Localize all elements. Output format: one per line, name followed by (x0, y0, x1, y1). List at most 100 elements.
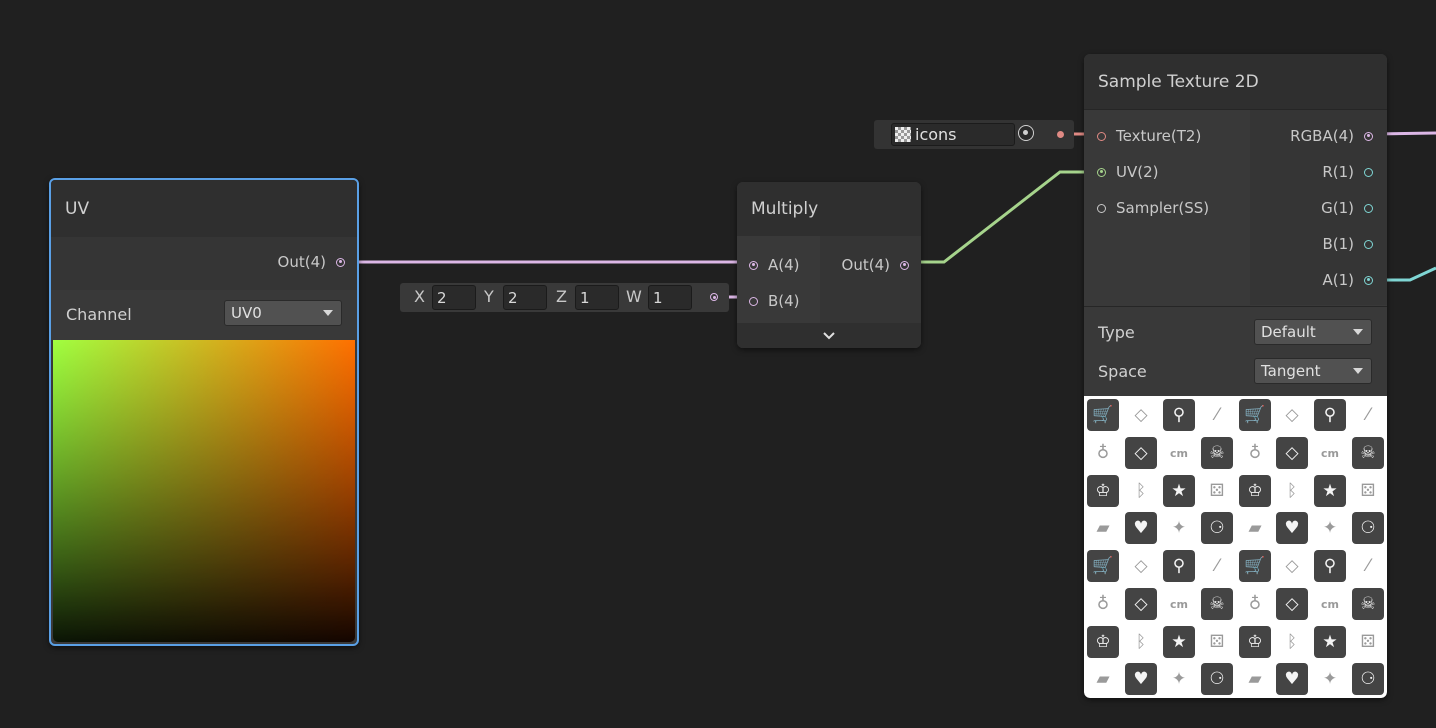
cm-icon: cm (1163, 588, 1195, 620)
multiply-output-port[interactable]: Out(4) (842, 256, 909, 274)
port-connector-icon[interactable] (1097, 203, 1106, 213)
sample-node-title-bar[interactable]: Sample Texture 2D (1084, 54, 1387, 110)
skull-icon: ☠ (1352, 588, 1384, 620)
port-connector-icon[interactable] (1097, 167, 1106, 177)
dice-icon: ⚄ (1201, 475, 1233, 507)
cm-icon: cm (1163, 437, 1195, 469)
bluetooth-icon: ᛒ (1125, 475, 1157, 507)
chevron-down-icon (1353, 368, 1363, 374)
racket-icon: ⚲ (1163, 399, 1195, 431)
star-icon: ★ (1163, 626, 1195, 658)
chevron-down-icon (323, 310, 333, 316)
vector-field-x[interactable]: 2 (432, 285, 476, 310)
racket-icon: ⚲ (1314, 550, 1346, 582)
port-connector-icon[interactable] (1097, 131, 1106, 141)
vector-output-connector-icon[interactable] (710, 293, 718, 301)
sample-texture-2d-node[interactable]: Sample Texture 2D Texture(T2) UV(2) Sample… (1084, 54, 1387, 698)
type-dropdown[interactable]: Default (1254, 319, 1372, 345)
dropper-icon: ⁄ (1352, 399, 1384, 431)
piggy-icon: ♁ (1087, 588, 1119, 620)
uv-node-output-area: Out(4) (51, 237, 357, 290)
vector-axis-label-y: Y (484, 287, 494, 306)
multiply-input-a-port[interactable]: A(4) (749, 256, 800, 274)
gem-icon: ◇ (1276, 399, 1308, 431)
dropper-icon: ⁄ (1201, 399, 1233, 431)
uv-node-settings: Channel UV0 (51, 290, 357, 340)
gem-icon: ◇ (1125, 550, 1157, 582)
briefcase-icon: ▰ (1239, 663, 1271, 695)
sample-output-port-4[interactable]: A(1) (1322, 271, 1373, 289)
piggy-icon: ♁ (1239, 437, 1271, 469)
trophy-icon: ♔ (1239, 626, 1271, 658)
sample-output-port-2[interactable]: G(1) (1321, 199, 1373, 217)
texture-object-field[interactable]: icons (891, 123, 1015, 146)
port-connector-icon[interactable] (336, 257, 345, 267)
port-connector-icon[interactable] (749, 260, 758, 270)
heart-icon: ♥ (1276, 512, 1308, 544)
port-connector-icon[interactable] (900, 260, 909, 270)
gem-icon: ◇ (1276, 588, 1308, 620)
trophy-icon: ♔ (1087, 626, 1119, 658)
multiply-node-title-bar[interactable]: Multiply (737, 182, 921, 236)
briefcase-icon: ▰ (1087, 663, 1119, 695)
multiply-input-b-port[interactable]: B(4) (749, 292, 800, 310)
multiply-expand-button[interactable] (737, 323, 921, 348)
sparkle-icon: ✦ (1314, 512, 1346, 544)
sample-input-port-2[interactable]: Sampler(SS) (1097, 199, 1209, 217)
dice-icon: ⚄ (1201, 626, 1233, 658)
object-picker-icon[interactable] (1018, 125, 1034, 141)
dropper-icon: ⁄ (1201, 550, 1233, 582)
cm-icon: cm (1314, 588, 1346, 620)
sample-output-port-1[interactable]: R(1) (1322, 163, 1373, 181)
sparkle-icon: ✦ (1314, 663, 1346, 695)
gem-icon: ◇ (1125, 588, 1157, 620)
gem-icon: ◇ (1125, 437, 1157, 469)
bluetooth-icon: ᛒ (1125, 626, 1157, 658)
uv-out-port[interactable]: Out(4) (278, 253, 345, 271)
channel-dropdown[interactable]: UV0 (224, 300, 342, 326)
texture-property-node[interactable]: icons (874, 120, 1074, 149)
bike-icon: ⚆ (1201, 512, 1233, 544)
bluetooth-icon: ᛒ (1276, 475, 1308, 507)
bike-icon: ⚆ (1352, 512, 1384, 544)
texture-preview: 🛒 ◇ ⚲ ⁄ 🛒 ◇ ⚲ ⁄ ♁ ◇ cm ☠ ♁ ◇ cm ☠ ♔ ᛒ ★ ⚄ ♔ ᛒ ★ ⚄ ▰ ♥ ✦ ⚆ ▰ ♥ ✦ ⚆ 🛒 ◇ ⚲ ⁄ 🛒 ◇… (1084, 396, 1387, 698)
heart-icon: ♥ (1276, 663, 1308, 695)
multiply-outputs: Out(4) (820, 236, 921, 323)
trophy-icon: ♔ (1239, 475, 1271, 507)
star-icon: ★ (1314, 626, 1346, 658)
multiply-inputs: A(4) B(4) (737, 236, 819, 323)
port-connector-icon[interactable] (1364, 167, 1373, 177)
sample-input-port-1[interactable]: UV(2) (1097, 163, 1159, 181)
checker-texture-icon (895, 127, 911, 142)
texture-output-connector-icon[interactable] (1057, 131, 1064, 138)
space-dropdown[interactable]: Tangent (1254, 358, 1372, 384)
vector-field-z[interactable]: 1 (575, 285, 619, 310)
port-connector-icon[interactable] (1364, 239, 1373, 249)
skull-icon: ☠ (1352, 437, 1384, 469)
uv-node[interactable]: UV Out(4) Channel UV0 (49, 178, 359, 646)
port-connector-icon[interactable] (749, 296, 758, 306)
sample-input-port-0[interactable]: Texture(T2) (1097, 127, 1201, 145)
briefcase-icon: ▰ (1087, 512, 1119, 544)
bluetooth-icon: ᛒ (1276, 626, 1308, 658)
texture-name: icons (915, 125, 957, 144)
vector4-input-node: X2Y2Z1W1 (400, 283, 729, 312)
multiply-node[interactable]: Multiply A(4) B(4) Out(4) (737, 182, 921, 348)
sample-output-port-0[interactable]: RGBA(4) (1290, 127, 1373, 145)
port-connector-icon[interactable] (1364, 275, 1373, 285)
uv-node-title-bar[interactable]: UV (51, 180, 357, 237)
vector-field-y[interactable]: 2 (503, 285, 547, 310)
uv-preview (53, 340, 355, 642)
port-connector-icon[interactable] (1364, 131, 1373, 141)
vector-field-w[interactable]: 1 (648, 285, 692, 310)
wire-multiply-to-sample-uv (906, 170, 1097, 264)
briefcase-icon: ▰ (1239, 512, 1271, 544)
racket-icon: ⚲ (1314, 399, 1346, 431)
cart-icon: 🛒 (1087, 399, 1119, 431)
star-icon: ★ (1163, 475, 1195, 507)
multiply-node-title: Multiply (751, 199, 819, 219)
sample-output-port-3[interactable]: B(1) (1322, 235, 1373, 253)
heart-icon: ♥ (1125, 512, 1157, 544)
port-connector-icon[interactable] (1364, 203, 1373, 213)
cart-icon: 🛒 (1239, 399, 1271, 431)
